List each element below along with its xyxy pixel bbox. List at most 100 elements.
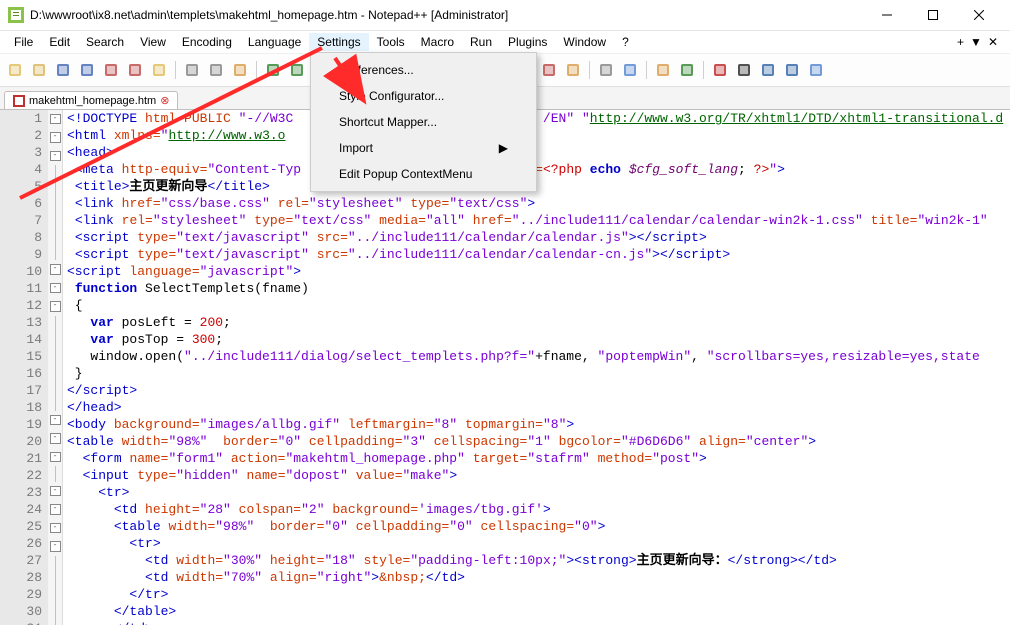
close-button[interactable] [956, 0, 1002, 30]
code-line[interactable]: </head> [67, 399, 1006, 416]
menu-tools[interactable]: Tools [369, 33, 413, 51]
close-all-button[interactable] [124, 59, 146, 81]
code-line[interactable]: <tr> [67, 535, 1006, 552]
fold-toggle[interactable]: - [50, 301, 61, 311]
macro-save-button[interactable] [805, 59, 827, 81]
settings-import[interactable]: Import▶ [311, 135, 536, 161]
code-line[interactable]: </td> [67, 620, 1006, 625]
doc-map-button[interactable] [595, 59, 617, 81]
code-line[interactable]: { [67, 297, 1006, 314]
fold-toggle[interactable]: - [50, 433, 61, 443]
fold-toggle[interactable]: - [50, 283, 61, 293]
undo-button[interactable] [262, 59, 284, 81]
folder-button[interactable] [652, 59, 674, 81]
save-all-button[interactable] [76, 59, 98, 81]
stop-button[interactable] [733, 59, 755, 81]
print-button[interactable] [148, 59, 170, 81]
fold-toggle[interactable]: - [50, 151, 61, 161]
code-line[interactable]: var posTop = 300; [67, 331, 1006, 348]
menu-search[interactable]: Search [78, 33, 132, 51]
copy-button[interactable] [205, 59, 227, 81]
menu-item-label: Shortcut Mapper... [339, 115, 437, 129]
code-line[interactable]: <table width="98%" border="0" cellpaddin… [67, 433, 1006, 450]
save-button[interactable] [52, 59, 74, 81]
redo-icon [289, 62, 305, 78]
line-number: 7 [6, 212, 42, 229]
code-line[interactable]: </script> [67, 382, 1006, 399]
code-line[interactable]: <td width="30%" height="18" style="paddi… [67, 552, 1006, 569]
monitor-button[interactable] [676, 59, 698, 81]
menu-view[interactable]: View [132, 33, 174, 51]
menu-plugins[interactable]: Plugins [500, 33, 555, 51]
menu-language[interactable]: Language [240, 33, 309, 51]
fold-toggle[interactable]: - [50, 541, 61, 551]
code-line[interactable]: <script type="text/javascript" src="../i… [67, 246, 1006, 263]
lang-button[interactable] [562, 59, 584, 81]
settings-style-configurator[interactable]: Style Configurator... [311, 83, 536, 109]
fold-toggle[interactable]: - [50, 132, 61, 142]
menu-help[interactable]: ? [614, 33, 637, 51]
menu-item-label: Edit Popup ContextMenu [339, 167, 472, 181]
cut-button[interactable] [181, 59, 203, 81]
menubar: FileEditSearchViewEncodingLanguageSettin… [0, 31, 1010, 53]
line-gutter: 1234567891011121314151617181920212223242… [0, 110, 48, 625]
code-line[interactable]: <link href="css/base.css" rel="styleshee… [67, 195, 1006, 212]
code-line[interactable]: <td width="70%" align="right">&nbsp;</td… [67, 569, 1006, 586]
fold-toggle[interactable]: - [50, 486, 61, 496]
menu-close-doc-icon[interactable]: ✕ [988, 35, 998, 49]
fold-line [55, 379, 56, 395]
record-button[interactable] [709, 59, 731, 81]
code-line[interactable]: function SelectTemplets(fname) [67, 280, 1006, 297]
code-line[interactable]: var posLeft = 200; [67, 314, 1006, 331]
fold-toggle[interactable]: - [50, 114, 61, 124]
menu-settings[interactable]: Settings [309, 33, 368, 51]
minimize-button[interactable] [864, 0, 910, 30]
lang-icon [565, 62, 581, 78]
menu-macro[interactable]: Macro [413, 33, 462, 51]
new-file-button[interactable] [4, 59, 26, 81]
tab-file[interactable]: makehtml_homepage.htm ⊗ [4, 91, 178, 109]
code-line[interactable]: <body background="images/allbg.gif" left… [67, 416, 1006, 433]
menu-dropdown-icon[interactable]: ▼ [970, 35, 982, 49]
code-line[interactable]: <script language="javascript"> [67, 263, 1006, 280]
line-number: 21 [6, 450, 42, 467]
close-button[interactable] [100, 59, 122, 81]
code-line[interactable]: <link rel="stylesheet" type="text/css" m… [67, 212, 1006, 229]
play-button[interactable] [757, 59, 779, 81]
settings-shortcut-mapper[interactable]: Shortcut Mapper... [311, 109, 536, 135]
code-line[interactable]: window.open("../include111/dialog/select… [67, 348, 1006, 365]
menu-edit[interactable]: Edit [41, 33, 78, 51]
code-line[interactable]: <form name="form1" action="makehtml_home… [67, 450, 1006, 467]
settings-edit-popup-contextmenu[interactable]: Edit Popup ContextMenu [311, 161, 536, 187]
tab-dirty-close-icon[interactable]: ⊗ [160, 94, 169, 107]
redo-button[interactable] [286, 59, 308, 81]
code-line[interactable]: <script type="text/javascript" src="../i… [67, 229, 1006, 246]
code-line[interactable]: } [67, 365, 1006, 382]
fold-line [55, 347, 56, 363]
code-line[interactable]: </tr> [67, 586, 1006, 603]
code-line[interactable]: <table width="98%" border="0" cellpaddin… [67, 518, 1006, 535]
indent-guide-button[interactable] [538, 59, 560, 81]
open-file-button[interactable] [28, 59, 50, 81]
code-line[interactable]: <tr> [67, 484, 1006, 501]
play-multi-button[interactable] [781, 59, 803, 81]
fold-toggle[interactable]: - [50, 415, 61, 425]
fold-toggle[interactable]: - [50, 452, 61, 462]
code-line[interactable]: <td height="28" colspan="2" background='… [67, 501, 1006, 518]
menu-run[interactable]: Run [462, 33, 500, 51]
fold-toggle[interactable]: - [50, 504, 61, 514]
fold-column[interactable]: - - - - - - - - - - - - - [48, 110, 63, 625]
menu-plus[interactable]: + [957, 35, 964, 49]
menu-window[interactable]: Window [555, 33, 614, 51]
maximize-button[interactable] [910, 0, 956, 30]
paste-button[interactable] [229, 59, 251, 81]
fold-toggle[interactable]: - [50, 264, 61, 274]
menu-encoding[interactable]: Encoding [174, 33, 240, 51]
line-number: 3 [6, 144, 42, 161]
fold-toggle[interactable]: - [50, 523, 61, 533]
settings-preferences[interactable]: Preferences... [311, 57, 536, 83]
func-list-button[interactable] [619, 59, 641, 81]
code-line[interactable]: </table> [67, 603, 1006, 620]
menu-file[interactable]: File [6, 33, 41, 51]
code-line[interactable]: <input type="hidden" name="dopost" value… [67, 467, 1006, 484]
